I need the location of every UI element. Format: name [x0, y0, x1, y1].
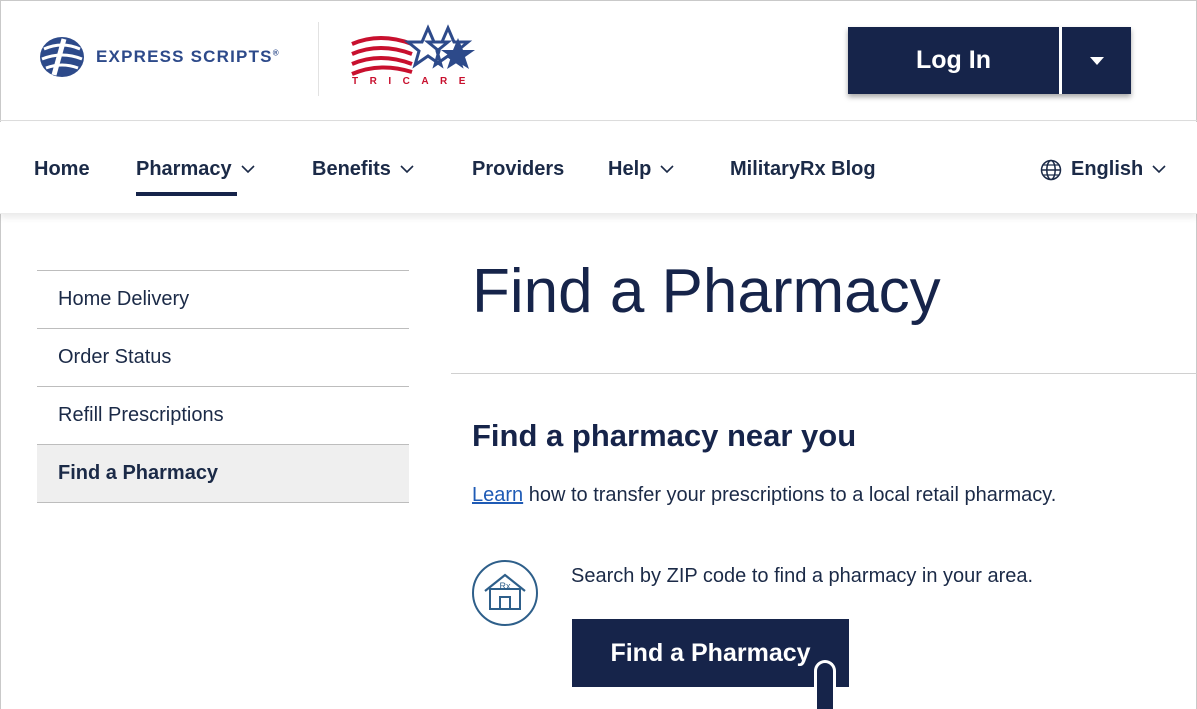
- logo-divider: [318, 22, 319, 96]
- transfer-info-rest: how to transfer your prescriptions to a …: [523, 484, 1057, 506]
- nav-item-militaryrx-blog[interactable]: MilitaryRx Blog: [730, 158, 876, 181]
- login-menu-toggle[interactable]: [1062, 27, 1131, 94]
- pharmacy-store-icon: Rx: [472, 560, 538, 626]
- search-description: Search by ZIP code to find a pharmacy in…: [571, 565, 1034, 587]
- chevron-down-icon: [1152, 165, 1166, 174]
- page-title: Find a Pharmacy: [472, 257, 941, 326]
- login-button[interactable]: Log In: [848, 27, 1059, 94]
- globe-icon: [1040, 159, 1062, 180]
- sidebar-divider: [37, 502, 409, 503]
- express-scripts-logo[interactable]: EXPRESS SCRIPTS®: [38, 35, 280, 79]
- caret-down-icon: [1089, 56, 1104, 65]
- sidebar-item-home-delivery[interactable]: Home Delivery: [37, 270, 409, 328]
- find-a-pharmacy-button[interactable]: Find a Pharmacy: [572, 619, 849, 687]
- site-header: EXPRESS SCRIPTS® TRICARE Log In: [0, 0, 1197, 121]
- rx-icon-label: Rx: [500, 581, 511, 591]
- section-title: Find a pharmacy near you: [472, 418, 857, 453]
- title-divider: [451, 373, 1197, 374]
- nav-item-benefits[interactable]: Benefits: [312, 158, 414, 181]
- express-scripts-globe-icon: [40, 37, 84, 77]
- sidebar-item-order-status[interactable]: Order Status: [37, 328, 409, 386]
- nav-active-underline: [136, 192, 237, 196]
- tricare-wordmark: TRICARE: [352, 76, 477, 87]
- sidebar-item-refill-prescriptions[interactable]: Refill Prescriptions: [37, 386, 409, 444]
- mouse-cursor: [814, 660, 836, 709]
- language-label: English: [1071, 158, 1144, 180]
- nav-item-label: Help: [608, 158, 652, 180]
- chevron-down-icon: [241, 165, 255, 174]
- nav-item-label: Benefits: [312, 158, 391, 180]
- chevron-down-icon: [660, 165, 674, 174]
- nav-item-label: MilitaryRx Blog: [730, 158, 876, 180]
- nav-item-providers[interactable]: Providers: [472, 158, 564, 181]
- nav-item-label: Home: [34, 158, 90, 180]
- transfer-info-text: Learn how to transfer your prescriptions…: [472, 484, 1056, 507]
- nav-item-home[interactable]: Home: [34, 158, 90, 181]
- sidebar-item-find-a-pharmacy[interactable]: Find a Pharmacy: [37, 444, 409, 502]
- main-nav: Home Pharmacy Benefits Providers Help Mi…: [0, 122, 1197, 214]
- learn-link[interactable]: Learn: [472, 484, 523, 506]
- nav-item-label: Pharmacy: [136, 158, 232, 180]
- login-button-group: Log In: [848, 27, 1131, 94]
- chevron-down-icon: [400, 165, 414, 174]
- sidebar-menu: Home Delivery Order Status Refill Prescr…: [37, 270, 409, 503]
- nav-item-help[interactable]: Help: [608, 158, 674, 181]
- nav-item-label: Providers: [472, 158, 565, 180]
- language-selector[interactable]: English: [1040, 158, 1166, 181]
- express-scripts-wordmark: EXPRESS SCRIPTS®: [96, 47, 280, 66]
- nav-item-pharmacy[interactable]: Pharmacy: [136, 158, 255, 181]
